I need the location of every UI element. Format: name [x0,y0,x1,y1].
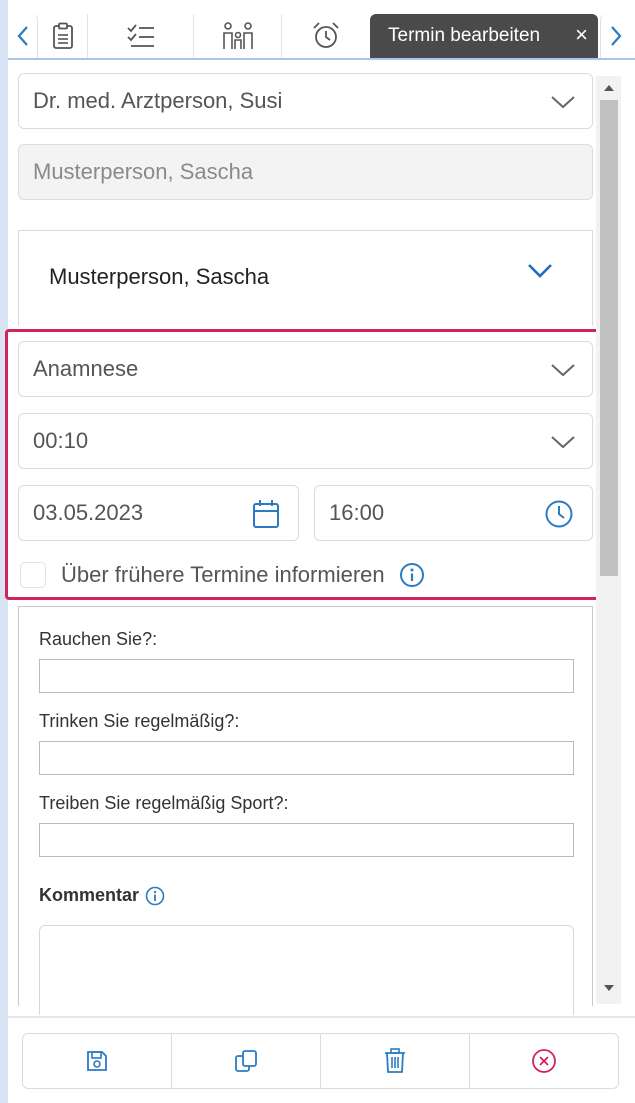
chevron-down-icon [551,436,575,449]
tab-bar: Termin bearbeiten × [0,0,635,1103]
chevron-right-icon [610,26,621,46]
date-value: 03.05.2023 [33,500,144,525]
question-drinking-label: Trinken Sie regelmäßig?: [39,711,240,731]
question-drinking-input[interactable] [39,741,574,775]
alarm-clock-icon [313,22,339,48]
calendar-icon[interactable] [252,499,280,529]
question-smoking-label: Rauchen Sie?: [39,629,158,649]
info-icon[interactable] [399,562,425,588]
copy-button[interactable] [172,1034,321,1088]
tab-alarm[interactable] [282,14,370,58]
patient-card-name: Musterperson, Sascha [49,264,270,289]
toolbar-separator [8,1016,635,1018]
patient-card[interactable]: Musterperson, Sascha [18,230,593,326]
patient-readonly-field: Musterperson, Sascha [18,144,593,200]
scroll-up-arrow-icon[interactable] [600,82,618,94]
clipboard-icon [52,22,73,49]
family-icon [222,22,253,49]
tab-checklist[interactable] [88,14,194,58]
tab-close-button[interactable]: × [575,24,588,46]
save-button[interactable] [23,1034,172,1088]
patient-readonly-value: Musterperson, Sascha [33,159,254,184]
chevron-down-icon[interactable] [526,259,554,283]
duration-value: 00:10 [33,428,89,453]
comment-label-row: Kommentar [39,885,165,906]
info-icon[interactable] [145,886,165,906]
tab-scroll-left-button[interactable] [8,14,38,58]
chevron-down-icon [551,96,575,109]
appointment-type-value: Anamnese [33,356,139,381]
tab-family[interactable] [194,14,282,58]
time-value: 16:00 [329,500,385,525]
chevron-left-icon [17,26,28,46]
question-smoking-input[interactable] [39,659,574,693]
left-edge-strip [0,0,8,1103]
question-sport-label: Treiben Sie regelmäßig Sport?: [39,793,289,813]
save-icon [87,1051,107,1071]
copy-icon [235,1050,257,1072]
cancel-circle-icon [532,1049,556,1073]
clock-icon[interactable] [544,499,574,529]
time-field[interactable]: 16:00 [314,485,593,541]
trash-icon [385,1048,405,1073]
doctor-select[interactable]: Dr. med. Arztperson, Susi [18,73,593,129]
doctor-select-value: Dr. med. Arztperson, Susi [33,88,283,113]
tab-scroll-right-button[interactable] [600,14,630,58]
duration-select[interactable]: 00:10 [18,413,593,469]
tab-termin-bearbeiten[interactable]: Termin bearbeiten × [370,14,598,58]
checklist-icon [126,24,154,47]
delete-button[interactable] [321,1034,470,1088]
bottom-toolbar [22,1033,619,1089]
date-field[interactable]: 03.05.2023 [18,485,299,541]
inform-previous-label: Über frühere Termine informieren [61,562,385,587]
scrollbar-thumb[interactable] [600,100,618,576]
question-sport-input[interactable] [39,823,574,857]
tab-clipboard[interactable] [38,14,88,58]
tab-active-label: Termin bearbeiten [388,25,541,46]
anamnesis-questionnaire: Rauchen Sie?: Trinken Sie regelmäßig?: T… [18,606,593,1015]
scroll-down-arrow-icon[interactable] [600,982,618,994]
comment-textarea[interactable] [39,925,574,1015]
comment-label: Kommentar [39,885,140,905]
inform-previous-checkbox[interactable] [20,562,46,588]
cancel-button[interactable] [470,1034,618,1088]
inform-previous-row: Über frühere Termine informieren [20,558,425,592]
chevron-down-icon [551,364,575,377]
appointment-type-select[interactable]: Anamnese [18,341,593,397]
